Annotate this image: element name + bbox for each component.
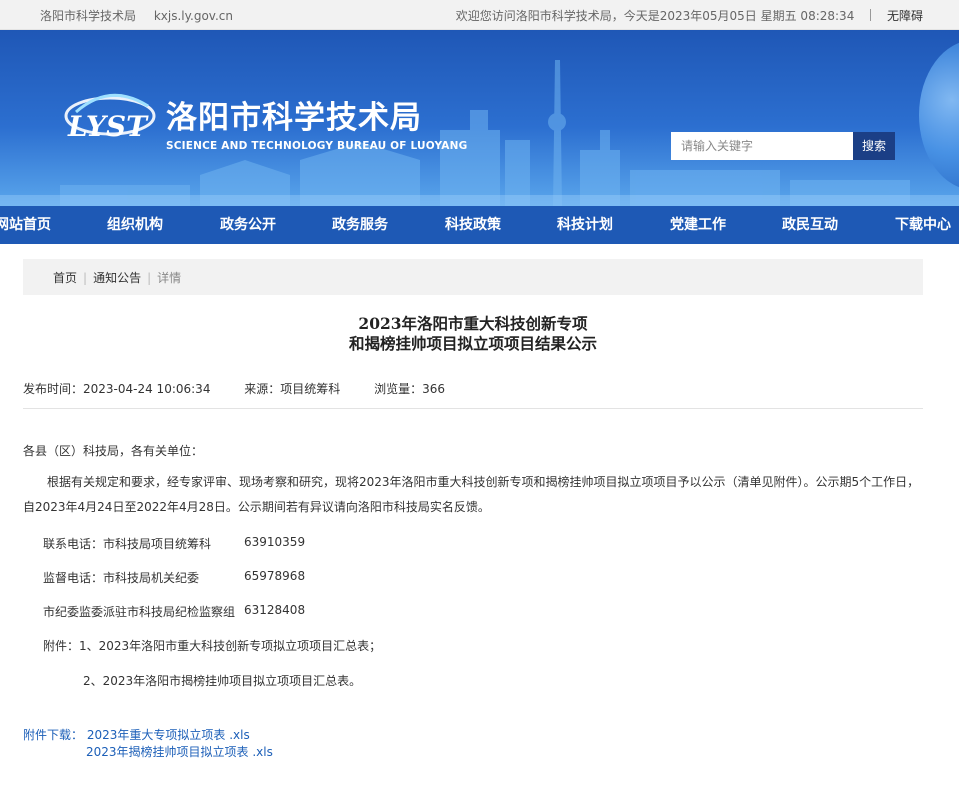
svg-text:LYST: LYST: [67, 110, 149, 143]
meta-divider: [23, 408, 923, 409]
attachment-line-2: 2、2023年洛阳市揭榜挂帅项目拟立项项目汇总表。: [83, 674, 362, 688]
contact-number: 63128408: [244, 603, 306, 617]
lyst-logo-icon: LYST: [64, 93, 156, 143]
breadcrumb-trail: 首页 | 通知公告 | 详情: [53, 269, 181, 286]
attachment-line-1: 附件：1、2023年洛阳市重大科技创新专项拟立项项目汇总表；: [43, 639, 382, 653]
breadcrumb-separator: |: [83, 271, 88, 285]
search-input[interactable]: [671, 132, 853, 160]
nav-item-government-services[interactable]: 政务服务: [332, 206, 388, 244]
welcome-text: 欢迎您访问洛阳市科学技术局，今天是2023年05月05日 星期五 08:28:3…: [455, 9, 855, 23]
nav-item-organization[interactable]: 组织机构: [107, 206, 163, 244]
top-bar-left: 洛阳市科学技术局 kxjs.ly.gov.cn: [40, 7, 247, 24]
article-body: 根据有关规定和要求，经专家评审、现场考察和研究，现将2023年洛阳市重大科技创新…: [23, 475, 920, 514]
contact-line-2: 监督电话：市科技局机关纪委 65978968: [43, 569, 305, 586]
article-title-line2: 和揭榜挂帅项目拟立项项目结果公示: [348, 334, 597, 353]
main-nav: 网站首页 组织机构 政务公开 政务服务 科技政策 科技计划 党建工作 政民互动 …: [0, 206, 959, 244]
breadcrumb-separator: |: [147, 271, 152, 285]
article-meta: 发布时间：2023-04-24 10:06:34 来源：项目统筹科 浏览量：36…: [23, 380, 475, 397]
top-bar-right: 欢迎您访问洛阳市科学技术局，今天是2023年05月05日 星期五 08:28:3…: [456, 7, 923, 24]
top-bar: 洛阳市科学技术局 kxjs.ly.gov.cn 欢迎您访问洛阳市科学技术局，今天…: [0, 0, 959, 30]
site-domain: kxjs.ly.gov.cn: [153, 9, 233, 23]
nav-item-government-affairs[interactable]: 政务公开: [220, 206, 276, 244]
breadcrumb-home[interactable]: 首页: [53, 271, 77, 285]
contact-label: 联系电话：市科技局项目统筹科: [43, 537, 212, 551]
breadcrumb: 首页 | 通知公告 | 详情: [23, 259, 923, 295]
bureau-title-en: SCIENCE AND TECHNOLOGY BUREAU OF LUOYANG: [166, 140, 468, 152]
contact-number: 65978968: [244, 569, 306, 583]
download-link-jiebang-projects[interactable]: 2023年揭榜挂帅项目拟立项表 .xls: [86, 745, 273, 759]
site-name: 洛阳市科学技术局: [40, 9, 137, 23]
contact-label: 监督电话：市科技局机关纪委: [43, 571, 200, 585]
downloads-label: 附件下载：: [23, 728, 84, 742]
header-banner: LYST 洛阳市科学技术局 SCIENCE AND TECHNOLOGY BUR…: [0, 30, 959, 206]
nav-item-tech-plan[interactable]: 科技计划: [557, 206, 613, 244]
search-button[interactable]: 搜索: [853, 132, 895, 160]
article-title-line1: 2023年洛阳市重大科技创新专项: [358, 314, 588, 333]
publish-time: 发布时间：2023-04-24 10:06:34: [23, 382, 211, 396]
breadcrumb-current: 详情: [157, 271, 182, 285]
article-source: 来源：项目统筹科: [244, 382, 341, 396]
nav-item-download-center[interactable]: 下载中心: [895, 206, 951, 244]
nav-item-public-interaction[interactable]: 政民互动: [782, 206, 838, 244]
contact-line-3: 市纪委监委派驻市科技局纪检监察组 63128408: [43, 603, 305, 620]
nav-item-home[interactable]: 网站首页: [0, 206, 51, 244]
contact-label: 市纪委监委派驻市科技局纪检监察组: [43, 605, 236, 619]
nav-item-tech-policy[interactable]: 科技政策: [445, 206, 501, 244]
view-count: 浏览量：366: [374, 382, 446, 396]
nav-item-party-building[interactable]: 党建工作: [670, 206, 726, 244]
bureau-title-cn: 洛阳市科学技术局: [166, 100, 422, 136]
breadcrumb-notices[interactable]: 通知公告: [93, 271, 141, 285]
attachment-downloads: 附件下载： 2023年重大专项拟立项表 .xls 2023年揭榜挂帅项目拟立项表…: [23, 726, 273, 760]
salutation: 各县（区）科技局，各有关单位：: [23, 444, 204, 458]
accessibility-link[interactable]: 无障碍: [887, 9, 923, 23]
contact-number: 63910359: [244, 535, 306, 549]
download-link-major-projects[interactable]: 2023年重大专项拟立项表 .xls: [87, 728, 250, 742]
contact-line-1: 联系电话：市科技局项目统筹科 63910359: [43, 535, 305, 552]
top-bar-divider: [870, 9, 872, 21]
